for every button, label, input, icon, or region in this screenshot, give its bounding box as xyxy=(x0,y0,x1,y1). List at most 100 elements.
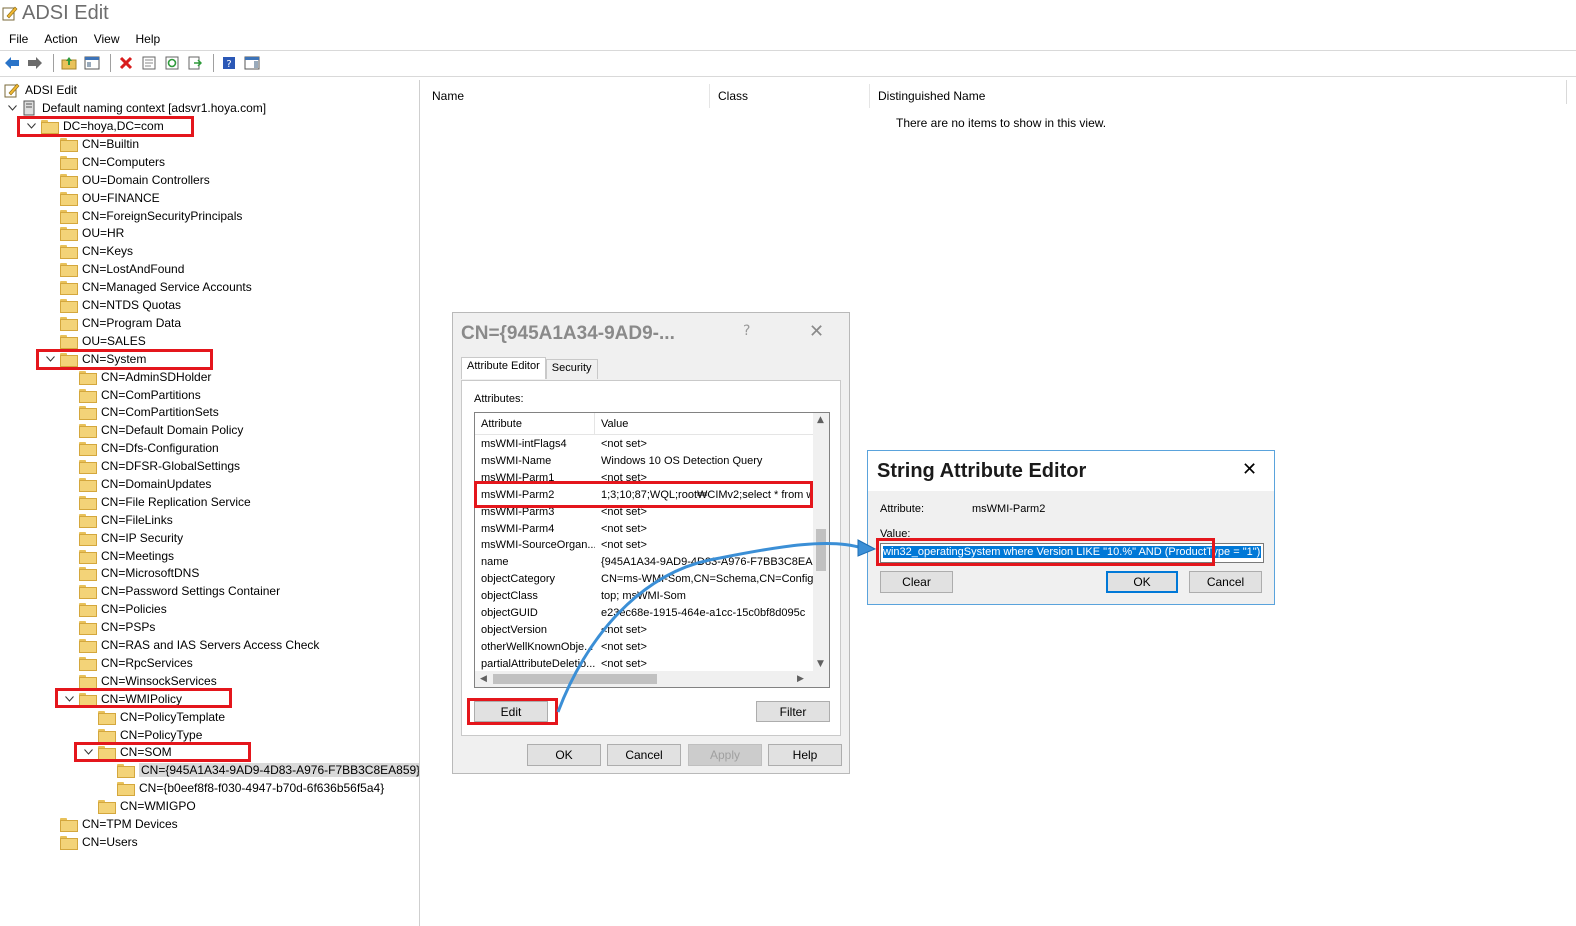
tree-item[interactable]: OU=Domain Controllers xyxy=(44,171,210,189)
clear-button[interactable]: Clear xyxy=(880,571,953,593)
show-hide-tree-icon[interactable] xyxy=(82,53,102,73)
attribute-row[interactable]: msWMI-SourceOrgan... <not set> xyxy=(475,539,815,556)
scroll-thumb[interactable] xyxy=(816,529,826,571)
scroll-right-icon[interactable]: ▶ xyxy=(797,674,804,684)
help-icon[interactable]: ? xyxy=(743,323,750,339)
ok-button[interactable]: OK xyxy=(527,744,601,766)
tree-item[interactable]: CN=System xyxy=(44,350,146,368)
chevron-down-icon[interactable] xyxy=(63,693,75,705)
chevron-down-icon[interactable] xyxy=(82,746,94,758)
tree-item[interactable]: CN=SOM xyxy=(82,743,172,761)
tree-item[interactable]: OU=HR xyxy=(44,224,124,242)
refresh-icon[interactable] xyxy=(162,53,182,73)
tree-item[interactable]: CN=Default Domain Policy xyxy=(63,421,243,439)
attribute-row[interactable]: objectVersion <not set> xyxy=(475,624,815,641)
scroll-left-icon[interactable]: ◀ xyxy=(480,674,487,684)
tree-item[interactable]: CN=Program Data xyxy=(44,314,181,332)
tree-item[interactable]: CN=MicrosoftDNS xyxy=(63,564,199,582)
tree-item[interactable]: CN=RpcServices xyxy=(63,654,193,672)
tree-item[interactable]: CN=WinsockServices xyxy=(63,672,217,690)
tree-item[interactable]: CN=Policies xyxy=(63,600,167,618)
help-button[interactable]: Help xyxy=(768,744,842,766)
tree-item[interactable]: CN=PolicyTemplate xyxy=(82,708,225,726)
tree-item[interactable]: CN=ForeignSecurityPrincipals xyxy=(44,207,242,225)
tree-item[interactable]: CN=Meetings xyxy=(63,547,174,565)
tree-item[interactable]: CN=RAS and IAS Servers Access Check xyxy=(63,636,319,654)
cancel-button[interactable]: Cancel xyxy=(607,744,681,766)
menu-view[interactable]: View xyxy=(86,32,128,46)
chevron-down-icon[interactable] xyxy=(6,102,18,114)
tree-item[interactable]: CN=AdminSDHolder xyxy=(63,368,211,386)
attribute-row[interactable]: msWMI-Parm3 <not set> xyxy=(475,506,815,523)
menu-help[interactable]: Help xyxy=(128,32,169,46)
attribute-row[interactable]: msWMI-intFlags4 <not set> xyxy=(475,438,815,455)
attribute-row[interactable]: msWMI-Name Windows 10 OS Detection Query xyxy=(475,455,815,472)
column-attribute[interactable]: Attribute xyxy=(475,413,595,434)
attribute-row[interactable]: msWMI-Parm1 <not set> xyxy=(475,472,815,489)
tree-item[interactable]: CN=NTDS Quotas xyxy=(44,296,181,314)
tree-item[interactable]: CN=LostAndFound xyxy=(44,260,184,278)
delete-icon[interactable] xyxy=(116,53,136,73)
tree-item[interactable]: CN=Keys xyxy=(44,242,133,260)
ok-button[interactable]: OK xyxy=(1106,571,1178,593)
tree-naming-context[interactable]: Default naming context [adsvr1.hoya.com] xyxy=(6,99,266,117)
scroll-down-icon[interactable]: ▼ xyxy=(817,659,824,669)
tree-item[interactable]: CN=TPM Devices xyxy=(44,815,178,833)
attribute-row[interactable]: objectGUID e23ec68e-1915-464e-a1cc-15c0bf… xyxy=(475,607,815,624)
column-class[interactable]: Class xyxy=(710,84,870,108)
column-name[interactable]: Name xyxy=(424,84,710,108)
tree-item[interactable]: CN=File Replication Service xyxy=(63,493,251,511)
help-icon[interactable]: ? xyxy=(219,53,239,73)
tree-item[interactable]: OU=SALES xyxy=(44,332,146,350)
attributes-list[interactable]: Attribute Value msWMI-intFlags4 <not set>… xyxy=(474,412,830,688)
close-icon[interactable]: ✕ xyxy=(809,321,824,342)
tree-item[interactable]: CN=Users xyxy=(44,833,138,851)
attribute-row[interactable]: msWMI-Parm4 <not set> xyxy=(475,523,815,540)
tree-item[interactable]: CN=DFSR-GlobalSettings xyxy=(63,457,240,475)
scroll-thumb[interactable] xyxy=(493,674,657,684)
column-distinguished-name[interactable]: Distinguished Name xyxy=(870,84,1566,108)
tree-item[interactable]: CN=WMIGPO xyxy=(82,797,196,815)
apply-button[interactable]: Apply xyxy=(688,744,762,766)
properties-icon[interactable] xyxy=(139,53,159,73)
tree-item[interactable]: CN=Managed Service Accounts xyxy=(44,278,252,296)
tree-item[interactable]: CN={b0eef8f8-f030-4947-b70d-6f636b56f5a4… xyxy=(101,779,384,797)
tree-item[interactable]: CN=PolicyType xyxy=(82,726,202,744)
tree-item[interactable]: CN=ComPartitions xyxy=(63,386,201,404)
filter-button[interactable]: Filter xyxy=(756,701,830,722)
attribute-row[interactable]: objectClass top; msWMI-Som xyxy=(475,590,815,607)
action-pane-icon[interactable] xyxy=(242,53,262,73)
tree-item[interactable]: CN=IP Security xyxy=(63,529,183,547)
back-arrow-icon[interactable] xyxy=(2,53,22,73)
tree-item[interactable]: CN=DomainUpdates xyxy=(63,475,211,493)
tree-item[interactable]: CN={945A1A34-9AD9-4D83-A976-F7BB3C8EA859… xyxy=(101,761,419,779)
column-value[interactable]: Value xyxy=(595,413,815,434)
forward-arrow-icon[interactable] xyxy=(25,53,45,73)
tree-item[interactable]: CN=WMIPolicy xyxy=(63,690,182,708)
tree-item[interactable]: DC=hoya,DC=com xyxy=(25,117,164,135)
attribute-row[interactable]: otherWellKnownObje... <not set> xyxy=(475,641,815,658)
value-input[interactable]: win32_operatingSystem where Version LIKE… xyxy=(880,543,1264,563)
close-icon[interactable]: ✕ xyxy=(1242,459,1257,480)
chevron-down-icon[interactable] xyxy=(25,120,37,132)
horizontal-scrollbar[interactable]: ◀ ▶ xyxy=(475,671,829,687)
tree-item[interactable]: CN=ComPartitionSets xyxy=(63,403,219,421)
tree-item[interactable]: CN=PSPs xyxy=(63,618,155,636)
tree-item[interactable]: CN=Builtin xyxy=(44,135,139,153)
tree-item[interactable]: CN=Computers xyxy=(44,153,165,171)
attribute-row[interactable]: objectCategory CN=ms-WMI-Som,CN=Schema,CN… xyxy=(475,573,815,590)
tab-attribute-editor[interactable]: Attribute Editor xyxy=(461,357,546,379)
tree-root[interactable]: ADSI Edit xyxy=(4,81,77,99)
edit-button[interactable]: Edit xyxy=(474,701,548,722)
chevron-down-icon[interactable] xyxy=(44,353,56,365)
tab-security[interactable]: Security xyxy=(545,359,598,379)
menu-file[interactable]: File xyxy=(0,32,36,46)
menu-action[interactable]: Action xyxy=(36,32,85,46)
tree-item[interactable]: CN=Password Settings Container xyxy=(63,582,280,600)
attribute-row[interactable]: name {945A1A34-9AD9-4D83-A976-F7BB3C8EA8 xyxy=(475,556,815,573)
cancel-button[interactable]: Cancel xyxy=(1189,571,1262,593)
vertical-scrollbar[interactable]: ▲ ▼ xyxy=(813,413,829,671)
tree-item[interactable]: CN=FileLinks xyxy=(63,511,173,529)
tree-item[interactable]: CN=Dfs-Configuration xyxy=(63,439,219,457)
up-folder-icon[interactable] xyxy=(59,53,79,73)
